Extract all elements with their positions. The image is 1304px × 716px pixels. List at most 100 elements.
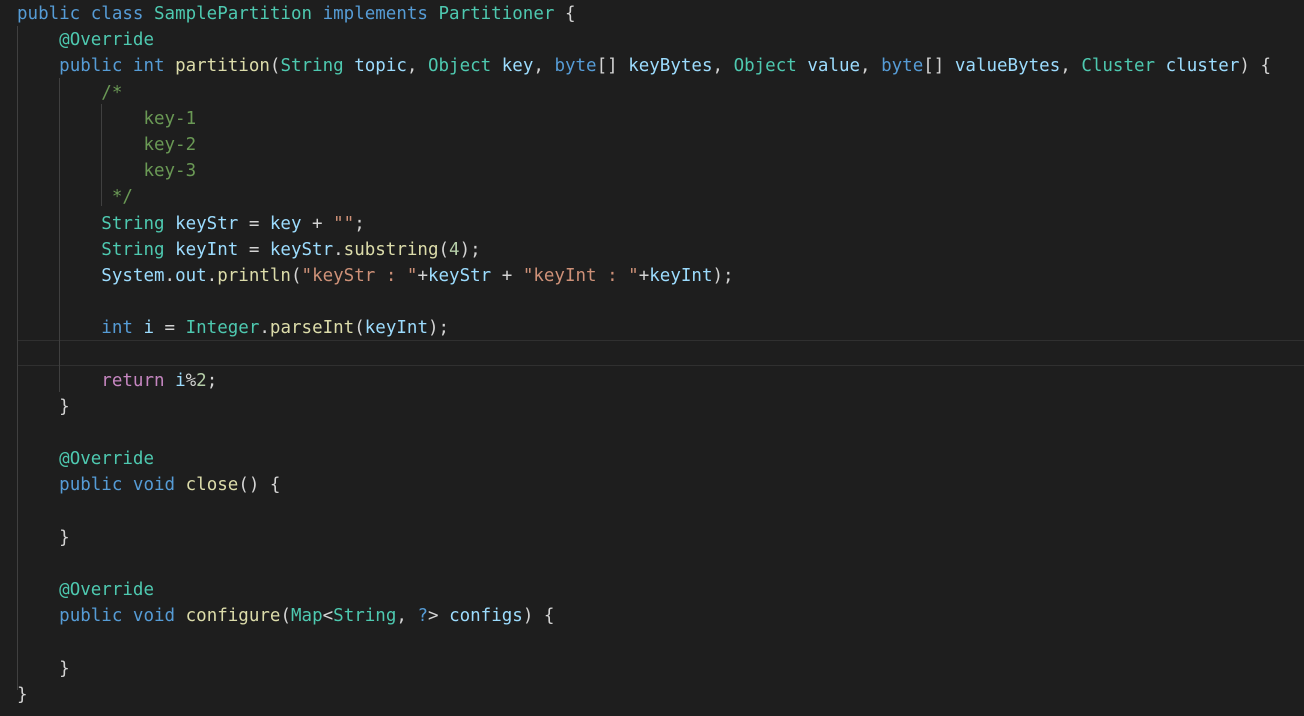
code-token: [] — [923, 56, 955, 77]
code-line[interactable]: ​ — [17, 341, 1271, 367]
code-token: ; — [206, 370, 218, 391]
code-line[interactable]: ​ — [17, 420, 1271, 446]
code-line[interactable]: @Override — [17, 446, 1271, 472]
code-token: ; — [354, 213, 365, 234]
code-token: , — [1060, 56, 1082, 77]
code-line[interactable]: } — [17, 525, 1271, 551]
code-token: key — [501, 56, 534, 77]
code-token: int — [132, 56, 165, 77]
code-token: keyInt — [175, 239, 239, 260]
code-token: , — [860, 56, 882, 77]
code-token: ); — [459, 239, 481, 260]
code-token: ) { — [1239, 56, 1271, 77]
code-token: public — [59, 475, 123, 496]
code-token: Map — [291, 606, 323, 627]
code-token: /* — [101, 82, 123, 103]
code-line[interactable]: */ — [17, 184, 1271, 210]
code-token: ( — [269, 56, 281, 77]
code-token: + — [638, 265, 650, 286]
code-line[interactable]: key-1 — [17, 106, 1271, 132]
code-line[interactable]: /* — [17, 80, 1271, 106]
code-line[interactable]: return i%2; — [17, 368, 1271, 394]
code-line[interactable]: ​ — [17, 630, 1271, 656]
code-token: + — [417, 265, 428, 286]
code-line[interactable]: key-3 — [17, 158, 1271, 184]
code-line[interactable]: public int partition(String topic, Objec… — [17, 53, 1271, 79]
code-token: Partitioner — [438, 4, 555, 24]
code-token: keyStr — [427, 265, 492, 286]
code-token: ) { — [522, 606, 555, 627]
code-token: parseInt — [269, 318, 355, 339]
code-token: . — [164, 265, 176, 286]
code-line[interactable]: @Override — [17, 27, 1271, 53]
code-token: Object — [427, 56, 492, 77]
code-token: , — [533, 56, 555, 77]
code-token: public — [17, 4, 81, 24]
code-line[interactable]: ​ — [17, 551, 1271, 577]
code-token: = — [154, 318, 186, 339]
code-token: Integer — [185, 318, 260, 339]
code-token: @Override — [59, 30, 154, 51]
code-token: "keyInt : " — [522, 265, 639, 286]
code-token: void — [132, 606, 176, 627]
code-token: substring — [343, 239, 439, 260]
code-line[interactable]: int i = Integer.parseInt(keyInt); — [17, 315, 1271, 341]
code-token: > — [428, 606, 450, 627]
code-token: ); — [712, 265, 734, 286]
code-line[interactable]: public void close() { — [17, 472, 1271, 498]
code-token: key — [269, 213, 302, 234]
code-line[interactable]: @Override — [17, 577, 1271, 603]
code-token: ( — [280, 606, 291, 627]
code-token: + — [491, 265, 523, 286]
code-token: void — [132, 475, 176, 496]
code-token: } — [17, 527, 70, 548]
code-area[interactable]: public class SamplePartition implements … — [17, 1, 1271, 708]
code-line[interactable]: } — [17, 394, 1271, 420]
code-token: byte — [881, 56, 924, 77]
code-token: } — [17, 658, 70, 679]
code-token: implements — [322, 4, 428, 24]
code-token: + — [301, 213, 334, 234]
code-line[interactable]: public class SamplePartition implements … — [17, 1, 1271, 27]
code-line[interactable]: key-2 — [17, 132, 1271, 158]
code-line[interactable]: } — [17, 656, 1271, 682]
code-token: key-1 — [143, 108, 197, 129]
code-token: */ — [111, 187, 133, 208]
code-token: key-3 — [143, 161, 197, 182]
code-line[interactable]: ​ — [17, 289, 1271, 315]
code-token: i — [143, 318, 154, 339]
code-line[interactable]: System.out.println("keyStr : "+keyStr + … — [17, 263, 1271, 289]
code-line[interactable]: String keyInt = keyStr.substring(4); — [17, 237, 1271, 263]
code-line[interactable]: String keyStr = key + ""; — [17, 211, 1271, 237]
code-token: @Override — [59, 449, 154, 470]
code-line[interactable]: } — [17, 682, 1271, 708]
code-line[interactable]: ​ — [17, 499, 1271, 525]
code-line[interactable]: public void configure(Map<String, ?> con… — [17, 603, 1271, 629]
code-editor[interactable]: public class SamplePartition implements … — [0, 0, 1304, 716]
